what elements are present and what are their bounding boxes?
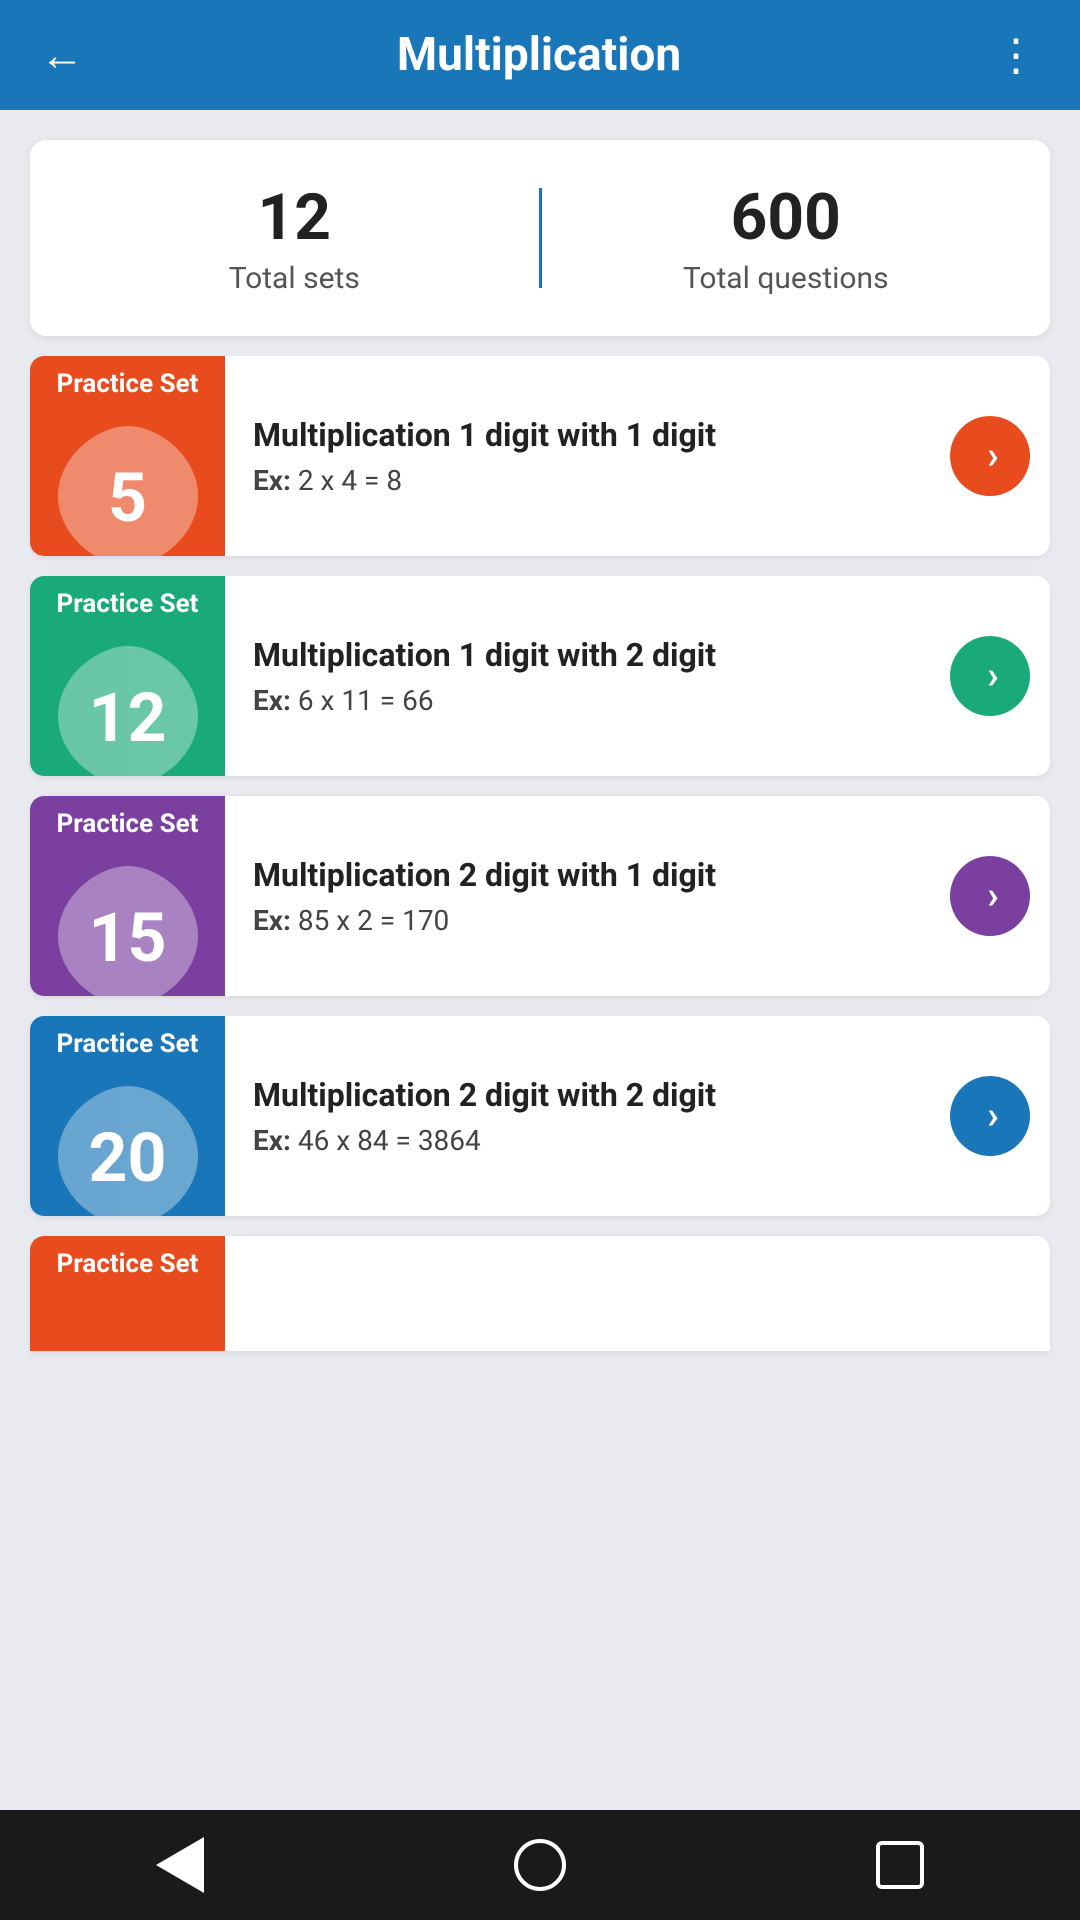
sets-list: Practice Set 5 Multiplication 1 digit wi… xyxy=(0,356,1080,1810)
set-badge-number-2: 12 xyxy=(30,678,225,758)
recents-nav-icon xyxy=(876,1841,924,1889)
set-card-4[interactable]: Practice Set 20 Multiplication 2 digit w… xyxy=(30,1016,1050,1216)
set-badge-label-2: Practice Set xyxy=(57,590,199,619)
stat-divider xyxy=(539,188,542,288)
set-badge-2: Practice Set 12 xyxy=(30,576,225,776)
set-arrow-2[interactable]: › xyxy=(950,636,1030,716)
stats-card: 12 Total sets 600 Total questions xyxy=(30,140,1050,336)
nav-bar xyxy=(0,1810,1080,1920)
set-badge-5: Practice Set xyxy=(30,1236,225,1351)
nav-back-button[interactable] xyxy=(150,1835,210,1895)
total-questions-number: 600 xyxy=(572,180,1001,255)
set-example-3: Ex: 85 x 2 = 170 xyxy=(253,904,922,937)
set-card-1[interactable]: Practice Set 5 Multiplication 1 digit wi… xyxy=(30,356,1050,556)
set-info-3: Multiplication 2 digit with 1 digit Ex: … xyxy=(225,856,950,937)
set-title-2: Multiplication 1 digit with 2 digit xyxy=(253,636,922,674)
total-sets-label: Total sets xyxy=(80,261,509,296)
set-badge-label-4: Practice Set xyxy=(57,1030,199,1059)
set-arrow-3[interactable]: › xyxy=(950,856,1030,936)
chevron-right-icon-2: › xyxy=(987,654,999,698)
total-questions-label: Total questions xyxy=(572,261,1001,296)
set-card-3[interactable]: Practice Set 15 Multiplication 2 digit w… xyxy=(30,796,1050,996)
set-badge-number-3: 15 xyxy=(30,898,225,978)
menu-button[interactable]: ⋮ xyxy=(994,29,1040,81)
total-sets-block: 12 Total sets xyxy=(80,180,509,296)
nav-home-button[interactable] xyxy=(510,1835,570,1895)
set-badge-1: Practice Set 5 xyxy=(30,356,225,556)
set-info-2: Multiplication 1 digit with 2 digit Ex: … xyxy=(225,636,950,717)
set-example-4: Ex: 46 x 84 = 3864 xyxy=(253,1124,922,1157)
set-badge-label-3: Practice Set xyxy=(57,810,199,839)
set-badge-3: Practice Set 15 xyxy=(30,796,225,996)
total-questions-block: 600 Total questions xyxy=(572,180,1001,296)
header: ← Multiplication ⋮ xyxy=(0,0,1080,110)
set-title-3: Multiplication 2 digit with 1 digit xyxy=(253,856,922,894)
set-example-2: Ex: 6 x 11 = 66 xyxy=(253,684,922,717)
total-sets-number: 12 xyxy=(80,180,509,255)
set-arrow-4[interactable]: › xyxy=(950,1076,1030,1156)
set-badge-number-4: 20 xyxy=(30,1118,225,1198)
set-badge-label-1: Practice Set xyxy=(57,370,199,399)
set-title-1: Multiplication 1 digit with 1 digit xyxy=(253,416,922,454)
set-title-4: Multiplication 2 digit with 2 digit xyxy=(253,1076,922,1114)
set-badge-4: Practice Set 20 xyxy=(30,1016,225,1216)
set-badge-number-1: 5 xyxy=(30,458,225,538)
set-info-1: Multiplication 1 digit with 1 digit Ex: … xyxy=(225,416,950,497)
home-nav-icon xyxy=(514,1839,566,1891)
set-arrow-1[interactable]: › xyxy=(950,416,1030,496)
chevron-right-icon-4: › xyxy=(987,1094,999,1138)
set-info-4: Multiplication 2 digit with 2 digit Ex: … xyxy=(225,1076,950,1157)
set-example-1: Ex: 2 x 4 = 8 xyxy=(253,464,922,497)
set-badge-label-5: Practice Set xyxy=(57,1250,199,1279)
back-button[interactable]: ← xyxy=(40,29,84,81)
nav-recents-button[interactable] xyxy=(870,1835,930,1895)
page-title: Multiplication xyxy=(397,28,681,82)
chevron-right-icon-1: › xyxy=(987,434,999,478)
back-nav-icon xyxy=(156,1837,204,1893)
set-card-5-partial[interactable]: Practice Set xyxy=(30,1236,1050,1351)
chevron-right-icon-3: › xyxy=(987,874,999,918)
set-card-2[interactable]: Practice Set 12 Multiplication 1 digit w… xyxy=(30,576,1050,776)
